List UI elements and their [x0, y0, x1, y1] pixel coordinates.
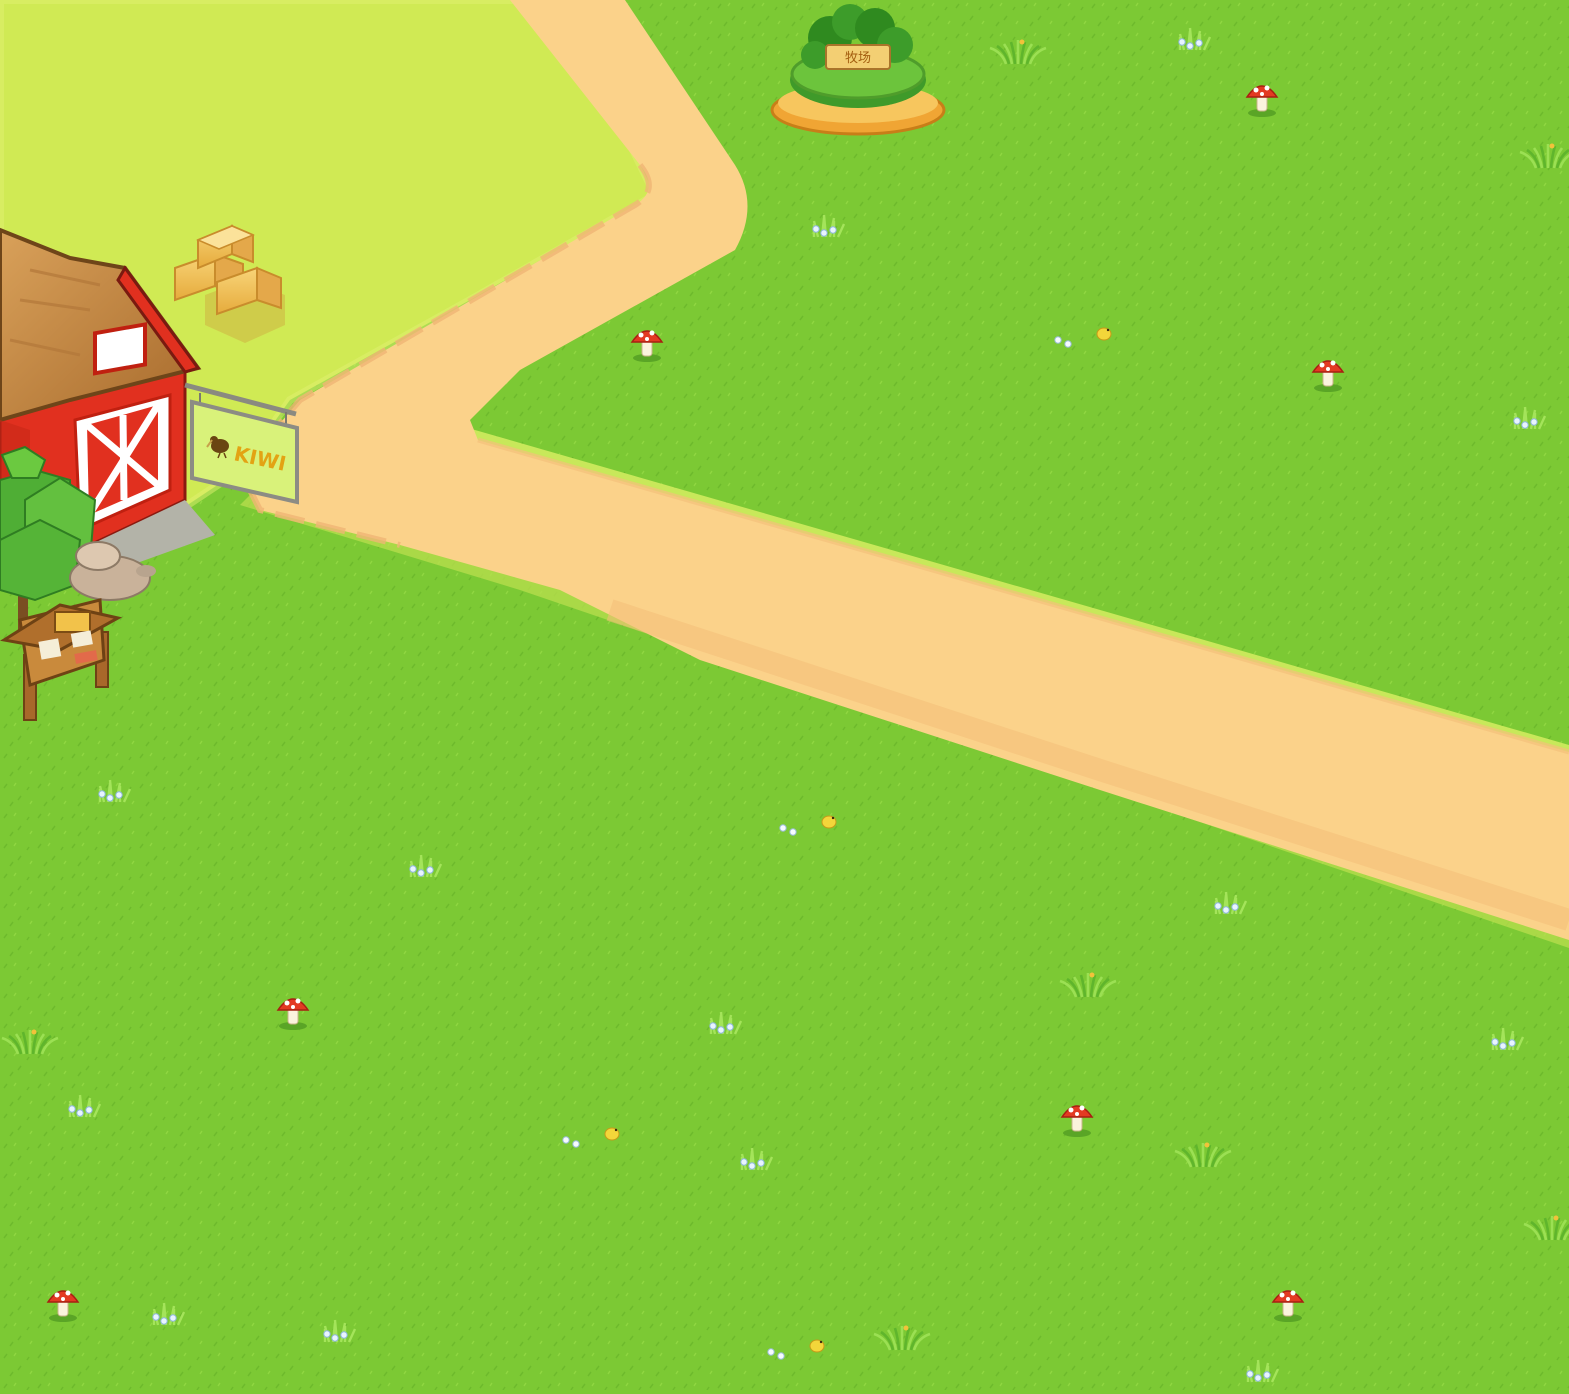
pasture-label: 牧场: [845, 51, 871, 66]
farm-map: KIWI 牧场: [0, 0, 1569, 1390]
farm-scene: KIWI 牧场: [0, 0, 1569, 1390]
